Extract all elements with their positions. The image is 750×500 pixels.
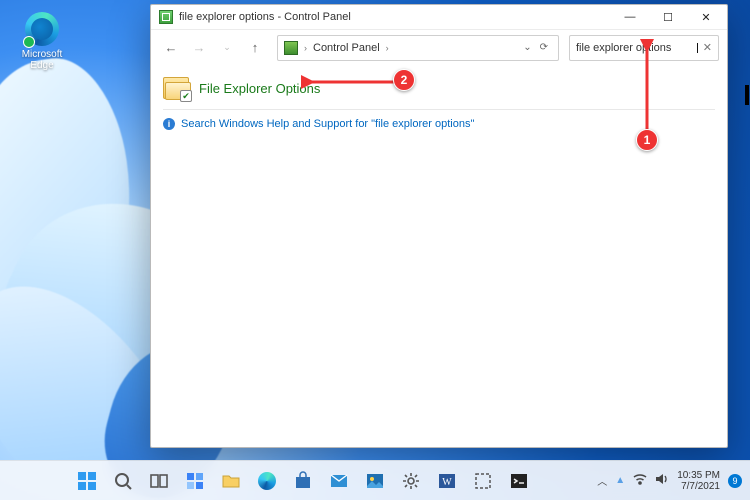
window-title: file explorer options - Control Panel [179,11,611,23]
maximize-button[interactable]: ☐ [649,5,687,29]
taskbar-center: W [8,465,597,497]
forward-button[interactable]: → [187,36,211,60]
svg-text:W: W [442,477,452,488]
refresh-button[interactable]: ⟳ [540,42,548,53]
annotation-badge-1: 1 [636,129,658,151]
edge-icon [25,12,59,46]
taskbar[interactable]: W ︿ ▲ 10:35 PM 7/7/2021 9 [0,460,750,500]
settings-button[interactable] [395,465,427,497]
network-icon[interactable] [633,473,647,488]
results-pane: ✔ File Explorer Options i Search Windows… [151,65,727,447]
edge-taskbar-button[interactable] [251,465,283,497]
info-icon: i [163,118,175,130]
onedrive-icon[interactable]: ▲ [615,475,625,486]
back-button[interactable]: ← [159,36,183,60]
search-input[interactable]: file explorer options ✕ [569,35,719,61]
recent-locations-button[interactable]: ⌄ [215,36,239,60]
clock-date: 7/7/2021 [677,481,720,492]
mail-button[interactable] [323,465,355,497]
breadcrumb-root[interactable]: Control Panel [313,42,380,54]
chevron-right-icon: › [304,43,307,53]
desktop-icon-edge[interactable]: Microsoft Edge [12,12,72,71]
word-button[interactable]: W [431,465,463,497]
clear-search-button[interactable]: ✕ [697,41,712,54]
close-button[interactable]: ✕ [687,5,725,29]
search-query: file explorer options [576,42,697,54]
widgets-button[interactable] [179,465,211,497]
terminal-button[interactable] [503,465,535,497]
snip-button[interactable] [467,465,499,497]
clock[interactable]: 10:35 PM 7/7/2021 [677,470,720,492]
minimize-button[interactable]: ― [611,5,649,29]
result-label: File Explorer Options [199,81,320,96]
system-tray[interactable]: ︿ ▲ 10:35 PM 7/7/2021 9 [597,470,742,492]
notifications-badge[interactable]: 9 [728,474,742,488]
chevron-right-icon: › [386,43,389,53]
volume-icon[interactable] [655,473,669,488]
address-dropdown-icon[interactable]: ⌄ [523,42,531,53]
store-button[interactable] [287,465,319,497]
up-button[interactable]: ↑ [243,36,267,60]
folder-options-icon: ✔ [163,77,189,99]
photos-button[interactable] [359,465,391,497]
help-search-link[interactable]: i Search Windows Help and Support for "f… [163,118,715,130]
help-text: Search Windows Help and Support for "fil… [181,118,474,130]
right-edge-hint [745,85,749,105]
titlebar[interactable]: file explorer options - Control Panel ― … [151,5,727,29]
control-panel-icon [284,41,298,55]
control-panel-window: file explorer options - Control Panel ― … [150,4,728,448]
address-bar[interactable]: › Control Panel › ⌄ ⟳ [277,35,559,61]
file-explorer-button[interactable] [215,465,247,497]
search-button[interactable] [107,465,139,497]
desktop-icon-label: Microsoft Edge [12,49,72,71]
start-button[interactable] [71,465,103,497]
divider [163,109,715,110]
task-view-button[interactable] [143,465,175,497]
control-panel-title-icon [159,10,173,24]
clock-time: 10:35 PM [677,470,720,481]
tray-overflow-icon[interactable]: ︿ [597,473,607,488]
result-file-explorer-options[interactable]: ✔ File Explorer Options [163,73,715,105]
nav-toolbar: ← → ⌄ ↑ › Control Panel › ⌄ ⟳ file explo… [151,29,727,65]
